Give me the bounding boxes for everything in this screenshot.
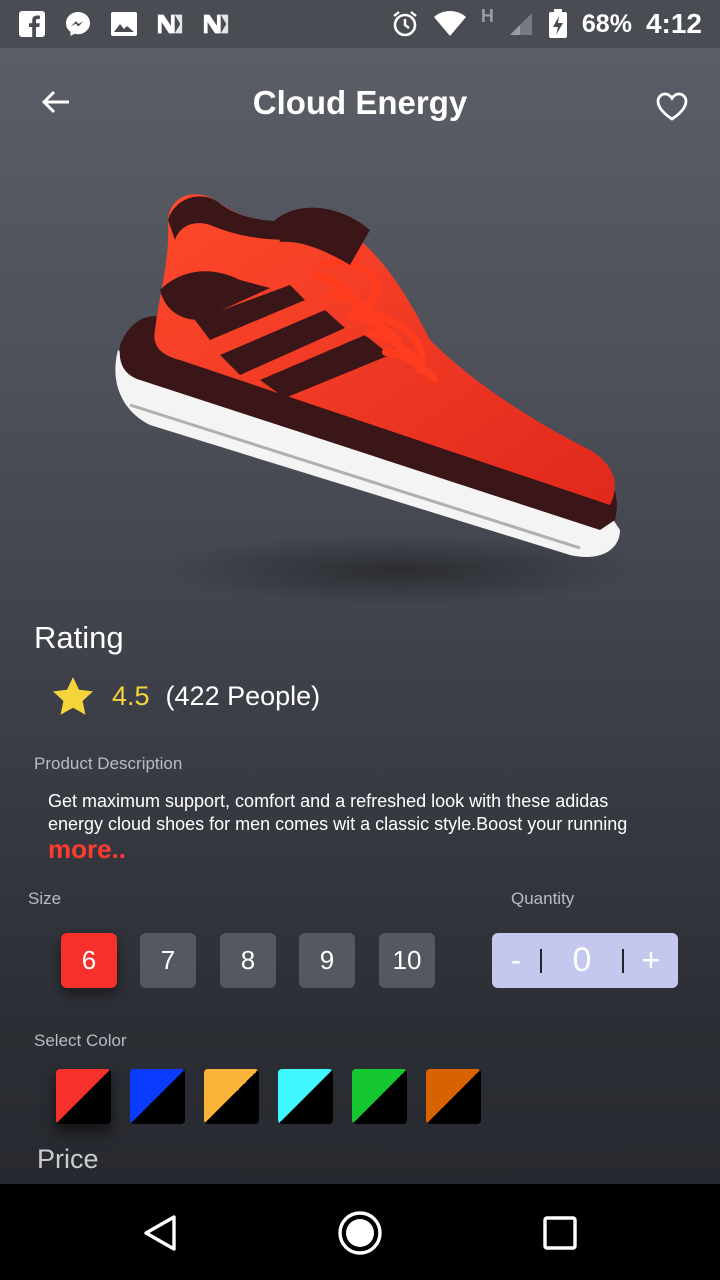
page-title: Cloud Energy <box>252 84 468 121</box>
size-option-7[interactable]: 7 <box>140 933 196 988</box>
navigation-bar <box>0 1184 720 1280</box>
shoe-illustration <box>115 194 640 606</box>
rating-value: 4.5 <box>112 680 150 711</box>
news-icon-2 <box>202 10 230 38</box>
color-label: Select Color <box>34 1031 127 1050</box>
quantity-stepper: - 0 + <box>492 933 678 988</box>
wifi-icon <box>433 11 467 37</box>
quantity-value: 0 <box>572 941 592 979</box>
more-link[interactable]: more.. <box>48 834 126 865</box>
notification-icons <box>18 10 230 38</box>
status-bar: H 68% 4:12 <box>0 0 720 48</box>
description-text: Get maximum support, comfort and a refre… <box>48 791 628 834</box>
size-option-6[interactable]: 6 <box>61 933 117 988</box>
clock: 4:12 <box>645 8 702 39</box>
size-label: Size <box>28 889 62 908</box>
rating-row: 4.5 (422 People) <box>52 676 320 716</box>
rating-heading: Rating <box>34 620 124 655</box>
product-detail-screen: H 68% 4:12 Cloud Energy Rating 4.5 (422 … <box>0 0 720 1280</box>
size-option-8[interactable]: 8 <box>220 933 276 988</box>
facebook-icon <box>18 10 46 38</box>
color-swatch-3[interactable] <box>204 1069 259 1124</box>
battery-icon <box>548 9 568 39</box>
description-label: Product Description <box>34 754 183 773</box>
color-swatch-6[interactable] <box>426 1069 481 1124</box>
color-swatch-1[interactable] <box>56 1069 111 1124</box>
price-label: Price <box>37 1144 99 1174</box>
nav-back-button[interactable] <box>135 1208 185 1258</box>
square-recents-icon <box>543 1216 577 1250</box>
heart-icon <box>656 92 688 121</box>
quantity-label: Quantity <box>511 889 575 908</box>
signal-icon <box>508 11 534 37</box>
triangle-back-icon <box>144 1215 176 1251</box>
nav-recents-button[interactable] <box>535 1208 585 1258</box>
favorite-button[interactable] <box>652 86 692 126</box>
network-type-icon: H <box>480 5 494 26</box>
color-swatch-2[interactable] <box>130 1069 185 1124</box>
alarm-icon <box>391 10 419 38</box>
star-icon <box>53 677 93 715</box>
quantity-increment-button[interactable]: + <box>624 942 678 979</box>
size-option-10[interactable]: 10 <box>379 933 435 988</box>
battery-percentage: 68% <box>581 9 632 38</box>
app-bar: Cloud Energy <box>0 60 720 150</box>
nav-home-button[interactable] <box>335 1208 385 1258</box>
circle-home-icon <box>338 1211 382 1255</box>
news-icon <box>156 10 184 38</box>
rating-count: (422 People) <box>165 680 321 711</box>
image-icon <box>110 10 138 38</box>
messenger-icon <box>64 10 92 38</box>
color-swatch-5[interactable] <box>352 1069 407 1124</box>
color-swatch-4[interactable] <box>278 1069 333 1124</box>
size-option-9[interactable]: 9 <box>299 933 355 988</box>
system-status: H 68% 4:12 <box>391 5 702 40</box>
product-image <box>100 170 640 610</box>
quantity-decrement-button[interactable]: - <box>492 944 540 978</box>
